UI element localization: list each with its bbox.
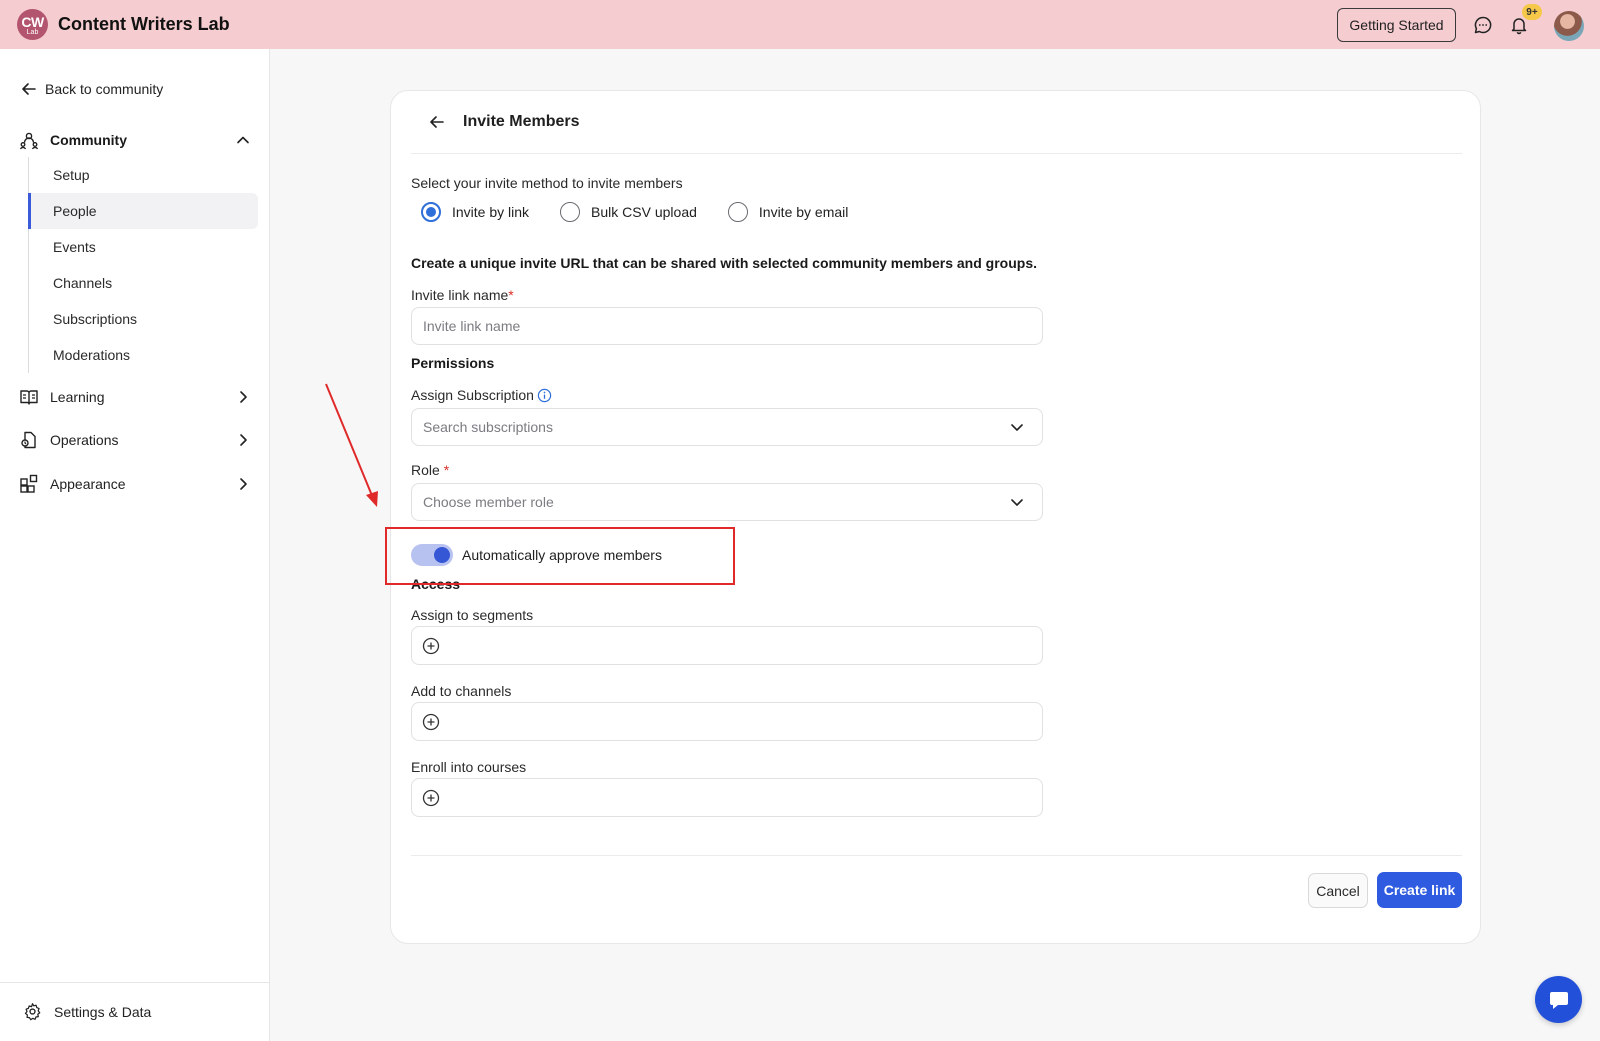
chat-bubble-icon <box>1549 991 1568 1009</box>
radio-label: Invite by link <box>452 204 530 220</box>
annotation-highlight-box <box>385 527 735 585</box>
logo-subtext: Lab <box>26 28 39 36</box>
permissions-heading: Permissions <box>411 355 495 371</box>
plus-circle-icon[interactable] <box>421 636 441 656</box>
notification-badge: 9+ <box>1522 4 1542 20</box>
card-footer-divider <box>411 855 1462 856</box>
sidebar-item-channels[interactable]: Channels <box>29 265 258 301</box>
sidebar-item-learning[interactable]: Learning <box>19 387 251 407</box>
sidebar-item-appearance[interactable]: Appearance <box>19 474 251 494</box>
top-bar: CW Lab Content Writers Lab Getting Start… <box>0 0 1600 49</box>
invite-members-card: Invite Members Select your invite method… <box>390 90 1481 944</box>
book-icon <box>19 387 39 407</box>
chevron-right-icon[interactable] <box>235 389 251 405</box>
invite-link-name-label: Invite link name* <box>411 287 514 303</box>
community-icon <box>19 130 39 150</box>
role-label: Role * <box>411 462 449 478</box>
invite-method-prompt: Select your invite method to invite memb… <box>411 175 683 191</box>
label-text: Role <box>411 462 440 478</box>
invite-link-name-input[interactable]: Invite link name <box>411 307 1043 345</box>
getting-started-button[interactable]: Getting Started <box>1337 8 1456 42</box>
radio-invite-by-link[interactable]: Invite by link <box>421 202 529 222</box>
chevron-down-icon <box>1009 419 1025 435</box>
user-avatar[interactable] <box>1554 11 1584 41</box>
chevron-right-icon[interactable] <box>235 476 251 492</box>
logo-initials: CW <box>21 13 44 30</box>
settings-data-link[interactable]: Settings & Data <box>23 1002 151 1021</box>
settings-data-label: Settings & Data <box>54 1003 152 1020</box>
sidebar-item-setup[interactable]: Setup <box>29 157 258 193</box>
chevron-up-icon[interactable] <box>235 132 251 148</box>
label-text: Invite link name <box>411 287 509 303</box>
required-mark: * <box>443 462 450 478</box>
sidebar-item-subscriptions[interactable]: Subscriptions <box>29 301 258 337</box>
app-logo[interactable]: CW Lab <box>17 9 48 40</box>
courses-field[interactable] <box>411 778 1043 817</box>
input-placeholder: Invite link name <box>423 318 521 334</box>
community-label: Community <box>50 132 127 148</box>
enroll-courses-label: Enroll into courses <box>411 759 527 775</box>
radio-circle[interactable] <box>421 202 441 222</box>
back-arrow-icon[interactable] <box>427 112 447 132</box>
radio-circle[interactable] <box>560 202 581 222</box>
app-title[interactable]: Content Writers Lab <box>58 14 230 35</box>
learning-label: Learning <box>50 389 105 405</box>
sidebar-item-moderations[interactable]: Moderations <box>29 337 258 373</box>
card-header: Invite Members <box>411 91 1462 154</box>
radio-label: Invite by email <box>758 204 849 220</box>
annotation-arrow <box>325 383 378 507</box>
sidebar: Back to community Community Setup People… <box>0 49 270 1041</box>
plus-circle-icon[interactable] <box>421 788 441 808</box>
sidebar-item-people[interactable]: People <box>28 193 258 229</box>
create-link-button[interactable]: Create link <box>1377 872 1462 908</box>
radio-bulk-csv-upload[interactable]: Bulk CSV upload <box>560 202 697 222</box>
chevron-right-icon[interactable] <box>235 432 251 448</box>
assign-segments-label: Assign to segments <box>411 607 534 623</box>
operations-label: Operations <box>50 432 119 448</box>
sidebar-item-events[interactable]: Events <box>29 229 258 265</box>
radio-label: Bulk CSV upload <box>591 204 697 220</box>
info-icon[interactable] <box>537 388 552 403</box>
sidebar-item-operations[interactable]: Operations <box>19 430 251 450</box>
required-mark: * <box>508 287 514 303</box>
operations-icon <box>19 430 39 450</box>
sidebar-item-community[interactable]: Community <box>19 130 251 150</box>
role-select[interactable]: Choose member role <box>411 483 1043 521</box>
invite-method-options: Invite by link Bulk CSV upload Invite by… <box>421 202 879 222</box>
segments-field[interactable] <box>411 626 1043 665</box>
arrow-left-icon <box>22 83 36 95</box>
back-to-community-label: Back to community <box>45 81 164 97</box>
channels-field[interactable] <box>411 702 1043 741</box>
assign-subscription-label: Assign Subscription <box>411 387 552 403</box>
support-chat-button[interactable] <box>1535 976 1582 1023</box>
sidebar-footer: Settings & Data <box>0 982 269 1041</box>
radio-invite-by-email[interactable]: Invite by email <box>727 202 849 222</box>
invite-description: Create a unique invite URL that can be s… <box>411 255 1038 271</box>
cancel-button[interactable]: Cancel <box>1308 873 1368 908</box>
gear-icon <box>24 1003 41 1021</box>
card-title: Invite Members <box>463 113 580 130</box>
select-placeholder: Choose member role <box>423 494 554 510</box>
subscription-select[interactable]: Search subscriptions <box>411 408 1043 446</box>
label-text: Assign Subscription <box>411 387 534 403</box>
radio-circle[interactable] <box>727 202 748 222</box>
chat-icon[interactable] <box>1472 14 1494 36</box>
add-channels-label: Add to channels <box>411 683 512 699</box>
chevron-down-icon <box>1009 494 1025 510</box>
select-placeholder: Search subscriptions <box>423 419 553 435</box>
back-to-community-link[interactable]: Back to community <box>21 81 163 97</box>
appearance-label: Appearance <box>50 476 126 492</box>
appearance-icon <box>19 474 39 494</box>
plus-circle-icon[interactable] <box>421 712 441 732</box>
community-subnav: Setup People Events Channels Subscriptio… <box>28 157 258 373</box>
